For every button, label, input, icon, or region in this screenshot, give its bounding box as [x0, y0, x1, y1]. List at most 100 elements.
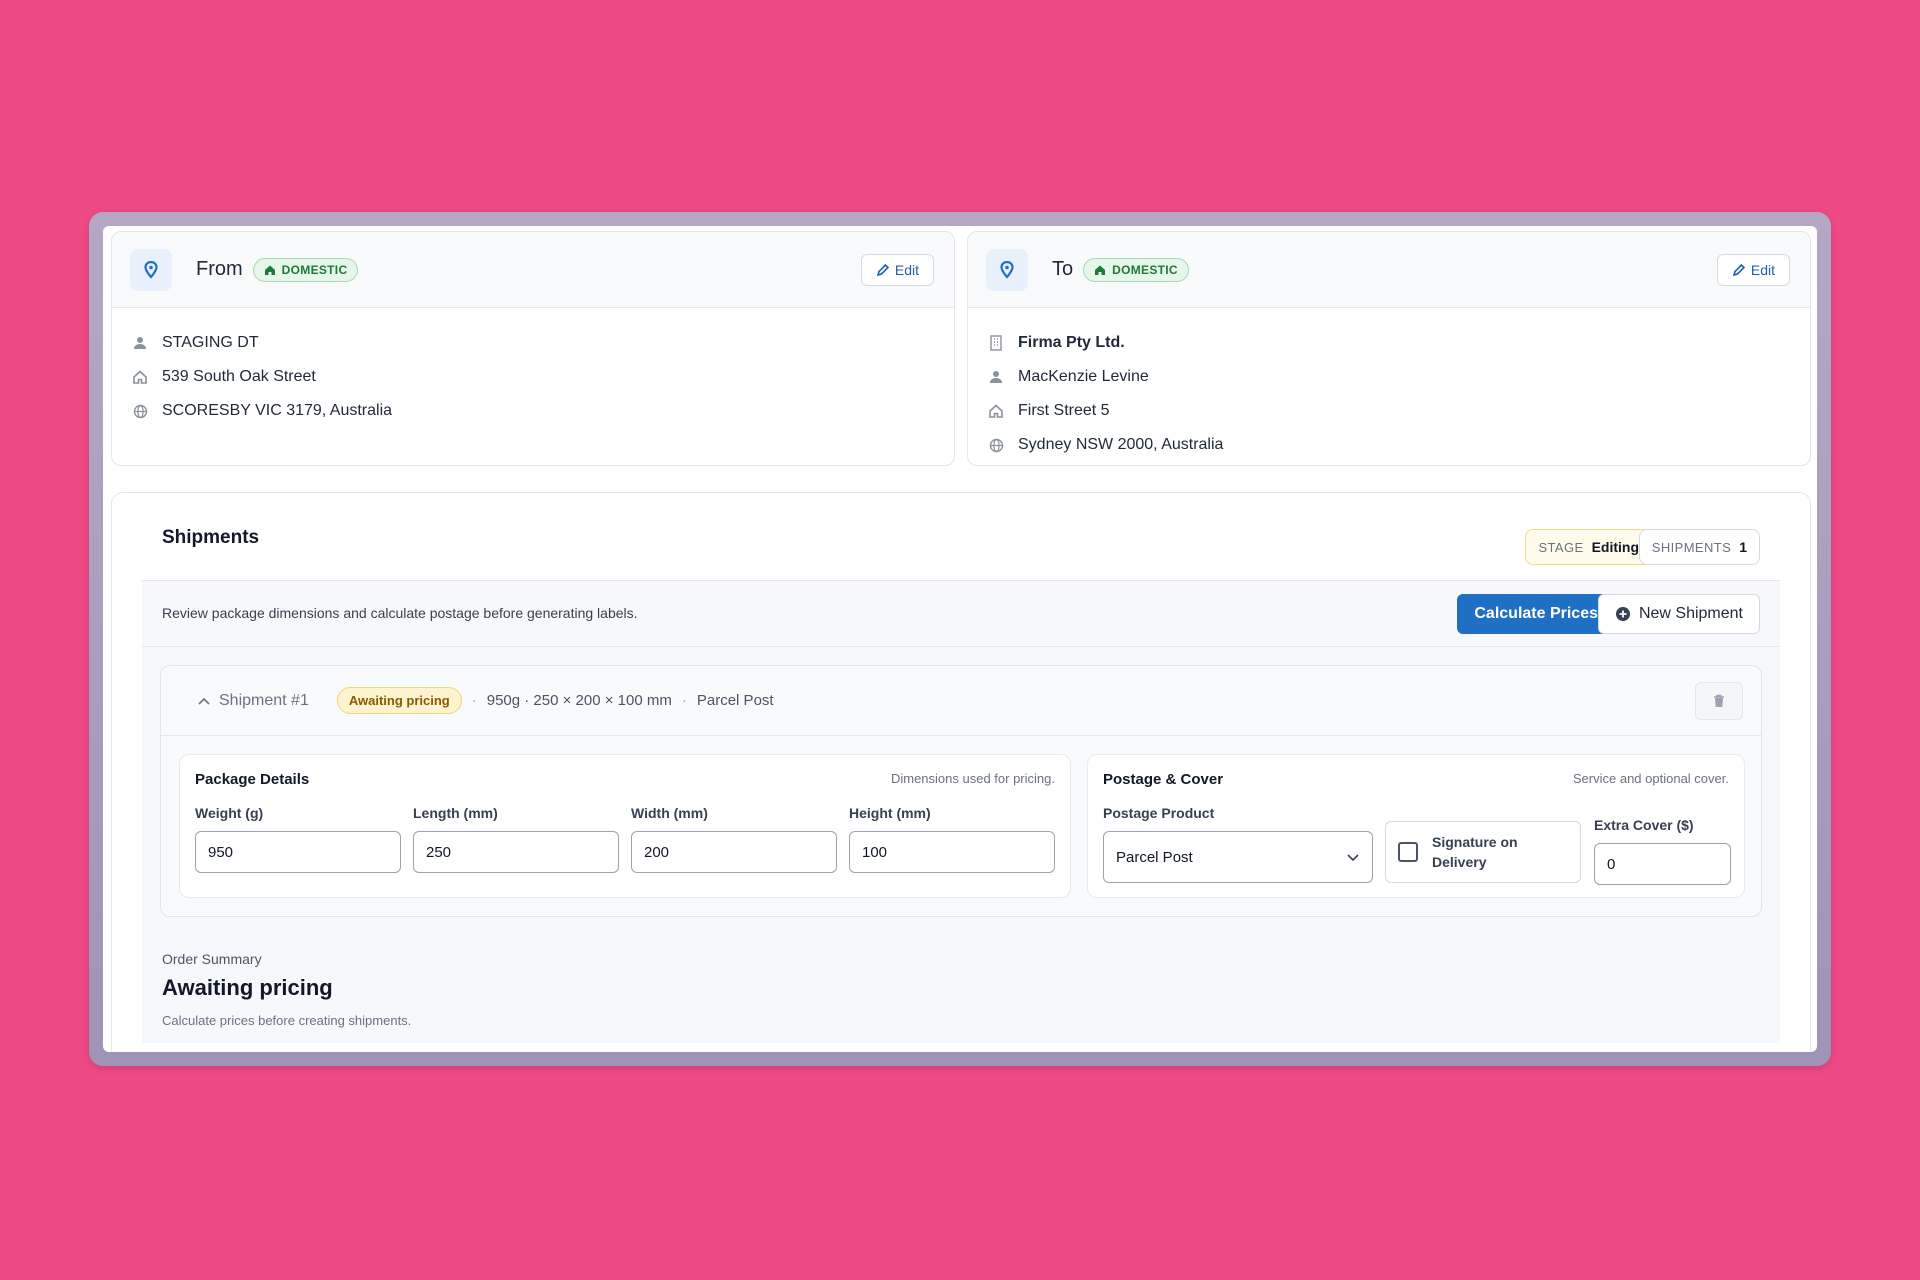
person-icon: [988, 370, 1004, 384]
from-header: From DOMESTIC Edit: [112, 232, 954, 308]
badge-label: DOMESTIC: [281, 262, 348, 277]
package-details-hint: Dimensions used for pricing.: [890, 771, 1055, 786]
package-details-title: Package Details: [195, 771, 310, 788]
postage-product-value: Parcel Post: [1116, 848, 1193, 866]
toolbar-description: Review package dimensions and calculate …: [162, 605, 638, 621]
pencil-icon: [1732, 263, 1745, 276]
to-city-line: Sydney NSW 2000, Australia: [988, 428, 1810, 462]
to-street-line: First Street 5: [988, 394, 1810, 428]
stage-key: STAGE: [1538, 539, 1584, 555]
product-summary: Parcel Post: [696, 692, 774, 709]
postage-product-field: Postage Product Parcel Post: [1103, 805, 1373, 883]
pencil-icon: [876, 263, 889, 276]
shipment-product: · Parcel Post: [681, 692, 774, 709]
signature-label: Signature on Delivery: [1432, 834, 1518, 870]
postage-product-select[interactable]: Parcel Post: [1103, 831, 1373, 883]
globe-icon: [988, 438, 1004, 453]
person-icon: [132, 336, 148, 350]
height-input[interactable]: 100: [849, 831, 1055, 873]
dims-summary: 950g · 250 × 200 × 100 mm: [486, 692, 672, 709]
weight-label: Weight (g): [195, 805, 264, 821]
app-window: From DOMESTIC Edit STAGING DT 539 South: [103, 226, 1817, 1052]
new-shipment-label: New Shipment: [1638, 605, 1743, 622]
home-icon: [264, 265, 275, 275]
count-key: SHIPMENTS: [1651, 539, 1732, 555]
new-shipment-button[interactable]: New Shipment: [1597, 594, 1760, 634]
to-company-line: Firma Pty Ltd.: [988, 326, 1810, 360]
height-label: Height (mm): [849, 805, 931, 821]
shipments-header: Shipments STAGE Editing SHIPMENTS 1: [142, 493, 1780, 581]
plus-circle-icon: [1615, 607, 1630, 621]
badge-label: DOMESTIC: [1112, 262, 1178, 277]
to-name-line: MacKenzie Levine: [988, 360, 1810, 394]
location-pin-icon: [130, 248, 172, 291]
stage-pill: STAGE Editing: [1525, 529, 1652, 565]
shipment-name: Shipment #1: [219, 691, 309, 709]
extra-cover-field: Extra Cover ($) 0: [1594, 817, 1731, 885]
home-icon: [1095, 265, 1106, 275]
chevron-up-icon: [198, 697, 210, 705]
from-city: SCORESBY VIC 3179, Australia: [162, 402, 393, 419]
calculate-prices-button[interactable]: Calculate Prices: [1457, 594, 1615, 634]
shipments-toolbar: Review package dimensions and calculate …: [142, 581, 1780, 647]
shipment-dimensions: · 950g · 250 × 200 × 100 mm: [471, 692, 672, 709]
order-summary-title: Awaiting pricing: [162, 975, 333, 1000]
postage-cover-hint: Service and optional cover.: [1572, 771, 1729, 786]
from-city-line: SCORESBY VIC 3179, Australia: [132, 394, 954, 428]
order-summary-note: Calculate prices before creating shipmen…: [162, 1013, 412, 1028]
to-company: Firma Pty Ltd.: [1018, 334, 1125, 351]
shipment-card-header[interactable]: Shipment #1 Awaiting pricing · 950g · 250…: [161, 666, 1761, 736]
weight-field: Weight (g) 950: [195, 805, 401, 873]
shipments-list: Shipment #1 Awaiting pricing · 950g · 250…: [142, 647, 1780, 937]
from-street-line: 539 South Oak Street: [132, 360, 954, 394]
package-details-panel: Package Details Dimensions used for pric…: [179, 754, 1071, 898]
order-summary-label: Order Summary: [162, 951, 262, 967]
shipments-title: Shipments: [162, 527, 260, 548]
status-badge: Awaiting pricing: [336, 687, 462, 714]
trash-icon: [1714, 694, 1724, 707]
window-frame: From DOMESTIC Edit STAGING DT 539 South: [89, 212, 1831, 1066]
shipment-card: Shipment #1 Awaiting pricing · 950g · 250…: [160, 665, 1762, 917]
from-street: 539 South Oak Street: [162, 368, 316, 385]
to-address-card: To DOMESTIC Edit Firma Pty Ltd. MacKenzi…: [967, 231, 1811, 466]
length-field: Length (mm) 250: [413, 805, 619, 873]
weight-input[interactable]: 950: [195, 831, 401, 873]
extra-cover-input[interactable]: 0: [1594, 843, 1731, 885]
to-street: First Street 5: [1018, 402, 1110, 419]
signature-checkbox[interactable]: [1398, 842, 1418, 862]
length-label: Length (mm): [413, 805, 498, 821]
order-summary: Order Summary Awaiting pricing Calculate…: [142, 937, 1780, 1043]
to-address-lines: Firma Pty Ltd. MacKenzie Levine First St…: [968, 308, 1810, 462]
location-pin-icon: [986, 248, 1028, 291]
width-field: Width (mm) 200: [631, 805, 837, 873]
home-icon: [132, 370, 148, 384]
height-field: Height (mm) 100: [849, 805, 1055, 873]
to-edit-button[interactable]: Edit: [1716, 254, 1790, 286]
globe-icon: [132, 404, 148, 419]
width-input[interactable]: 200: [631, 831, 837, 873]
from-address-lines: STAGING DT 539 South Oak Street SCORESBY…: [112, 308, 954, 428]
from-edit-button[interactable]: Edit: [860, 254, 934, 286]
to-domestic-badge: DOMESTIC: [1083, 257, 1189, 282]
postage-cover-panel: Postage & Cover Service and optional cov…: [1087, 754, 1745, 898]
to-city: Sydney NSW 2000, Australia: [1018, 436, 1224, 453]
signature-on-delivery-option[interactable]: Signature on Delivery: [1385, 821, 1581, 883]
stage-value: Editing: [1591, 539, 1639, 555]
shipments-panel: Shipments STAGE Editing SHIPMENTS 1 Revi…: [111, 492, 1811, 1052]
from-address-card: From DOMESTIC Edit STAGING DT 539 South: [111, 231, 955, 466]
building-icon: [988, 335, 1004, 351]
postage-product-label: Postage Product: [1103, 805, 1215, 821]
delete-shipment-button[interactable]: [1695, 682, 1743, 720]
postage-cover-title: Postage & Cover: [1103, 771, 1224, 788]
from-name: STAGING DT: [162, 334, 259, 351]
edit-label: Edit: [1750, 262, 1775, 278]
edit-label: Edit: [894, 262, 919, 278]
from-domestic-badge: DOMESTIC: [252, 257, 359, 282]
length-input[interactable]: 250: [413, 831, 619, 873]
home-icon: [988, 404, 1004, 418]
to-title: To: [1052, 258, 1074, 280]
shipments-count-pill: SHIPMENTS 1: [1638, 529, 1760, 565]
count-value: 1: [1739, 539, 1747, 555]
from-name-line: STAGING DT: [132, 326, 954, 360]
extra-cover-label: Extra Cover ($): [1594, 817, 1694, 833]
